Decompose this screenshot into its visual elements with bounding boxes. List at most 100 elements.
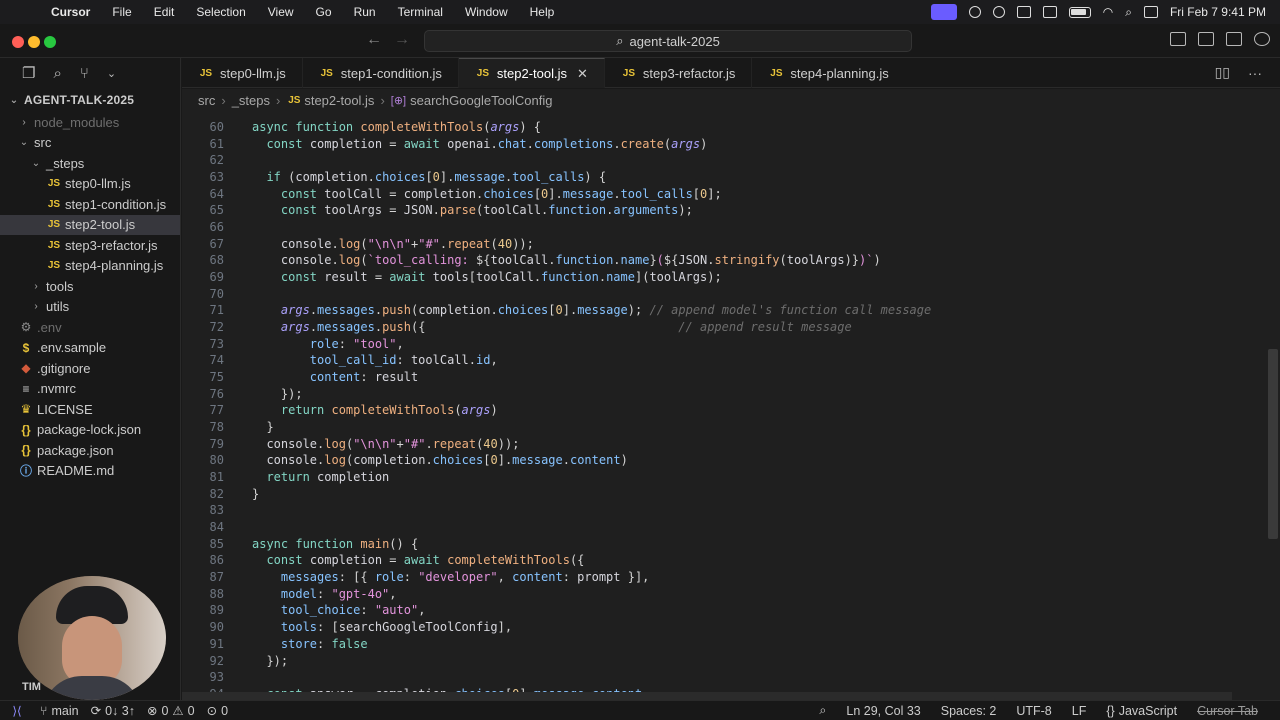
- menu-selection[interactable]: Selection: [185, 5, 256, 19]
- close-tab-icon[interactable]: ✕: [577, 66, 588, 82]
- menu-view[interactable]: View: [257, 5, 305, 19]
- tree-item-package-json[interactable]: {} package.json: [0, 440, 180, 461]
- code-line: 83: [182, 502, 931, 519]
- code-token: completion: [403, 186, 476, 201]
- tab-step1-condition[interactable]: JS step1-condition.js: [303, 58, 459, 88]
- tree-item-readme-md[interactable]: ⓘ README.md: [0, 461, 180, 482]
- tree-item-env[interactable]: ⚙ .env: [0, 317, 180, 338]
- cursor-position[interactable]: Ln 29, Col 33: [836, 704, 930, 718]
- code-token: =: [389, 553, 404, 568]
- git-branch[interactable]: ⑂ main: [34, 704, 85, 718]
- chevron-down-icon[interactable]: ⌄: [107, 67, 116, 80]
- menu-file[interactable]: File: [101, 5, 142, 19]
- explorer-files-icon[interactable]: ❐: [22, 64, 35, 82]
- settings-gear-icon[interactable]: [1254, 32, 1270, 46]
- remote-indicator-icon[interactable]: ⟩⟨: [0, 701, 34, 720]
- tree-item-package-lock-json[interactable]: {} package-lock.json: [0, 420, 180, 441]
- code-token: ,: [389, 586, 397, 601]
- code-token: toolCall: [476, 270, 534, 285]
- tab-step3-refactor[interactable]: JS step3-refactor.js: [605, 58, 753, 88]
- breadcrumb-symbol[interactable]: searchGoogleToolConfig: [410, 93, 552, 108]
- app-status-icon[interactable]: [1042, 6, 1057, 18]
- nav-forward-icon[interactable]: →: [394, 31, 410, 49]
- menu-terminal[interactable]: Terminal: [387, 5, 454, 19]
- code-token: console: [266, 436, 318, 451]
- toggle-secondary-sidebar-icon[interactable]: [1226, 32, 1242, 46]
- menu-go[interactable]: Go: [305, 5, 343, 19]
- source-control-icon[interactable]: ⑂: [80, 65, 89, 82]
- vpn-icon[interactable]: [968, 6, 981, 18]
- breadcrumb-steps[interactable]: _steps: [232, 93, 270, 108]
- tree-item-src[interactable]: ⌄ src: [0, 133, 180, 154]
- split-editor-icon[interactable]: ▯▯: [1215, 64, 1230, 81]
- window-maximize-button[interactable]: [44, 36, 56, 48]
- tree-item-nvmrc[interactable]: ≡ .nvmrc: [0, 379, 180, 400]
- menu-help[interactable]: Help: [519, 5, 566, 19]
- tree-item-gitignore[interactable]: ◆ .gitignore: [0, 358, 180, 379]
- code-editor[interactable]: 60 async function completeWithTools(args)…: [182, 111, 1280, 700]
- indentation[interactable]: Spaces: 2: [931, 704, 1007, 718]
- tree-item-node-modules[interactable]: › node_modules: [0, 112, 180, 133]
- battery-icon[interactable]: [1068, 6, 1091, 18]
- menu-edit[interactable]: Edit: [143, 5, 186, 19]
- code-token: ,: [396, 336, 404, 351]
- code-token: );: [627, 303, 650, 318]
- window-minimize-button[interactable]: [28, 36, 40, 48]
- menu-run[interactable]: Run: [343, 5, 387, 19]
- window-close-button[interactable]: [12, 36, 24, 48]
- explorer-project-header[interactable]: ⌄ AGENT-TALK-2025: [0, 88, 180, 112]
- tree-item-steps[interactable]: ⌄ _steps: [0, 153, 180, 174]
- breadcrumb-file[interactable]: step2-tool.js: [304, 93, 374, 108]
- tree-item-label: step0-llm.js: [65, 176, 131, 192]
- git-sync[interactable]: ⟳ 0↓ 3↑: [85, 703, 141, 719]
- tab-step4-planning[interactable]: JS step4-planning.js: [752, 58, 904, 88]
- tree-item-step3-refactor-js[interactable]: JS step3-refactor.js: [0, 235, 180, 256]
- menu-app[interactable]: Cursor: [40, 5, 101, 19]
- code-token: JSON: [403, 203, 433, 218]
- menubar-clock[interactable]: Fri Feb 7 9:41 PM: [1170, 5, 1266, 19]
- timeline-section-label[interactable]: TIM: [22, 681, 41, 693]
- scrollbar-thumb[interactable]: [1268, 349, 1278, 539]
- tab-step0-llm[interactable]: JS step0-llm.js: [182, 58, 303, 88]
- tree-item-license[interactable]: ♛ LICENSE: [0, 399, 180, 420]
- code-token: const: [266, 553, 310, 568]
- menu-window[interactable]: Window: [454, 5, 519, 19]
- search-icon[interactable]: ⌕: [53, 65, 61, 82]
- tree-item-step2-tool-js[interactable]: JS step2-tool.js: [0, 214, 180, 235]
- problems-indicator[interactable]: ⊗ 0 ⚠ 0: [141, 703, 201, 719]
- horizontal-scrollbar[interactable]: [182, 692, 1232, 700]
- ports-indicator[interactable]: ⊙ 0: [201, 703, 234, 719]
- brightness-icon[interactable]: [992, 6, 1005, 18]
- encoding[interactable]: UTF-8: [1006, 704, 1061, 718]
- nav-back-icon[interactable]: ←: [366, 31, 382, 49]
- zoom-icon[interactable]: ⌕: [809, 703, 836, 718]
- tree-item-tools[interactable]: › tools: [0, 276, 180, 297]
- code-token: "\n\n": [367, 236, 411, 251]
- command-center-search[interactable]: ⌕ agent-talk-2025: [424, 30, 912, 52]
- spotlight-icon[interactable]: ⌕: [1125, 5, 1132, 20]
- breadcrumb-src[interactable]: src: [198, 93, 215, 108]
- language-mode[interactable]: {} JavaScript: [1096, 704, 1187, 718]
- toggle-sidebar-icon[interactable]: [1170, 32, 1186, 46]
- line-number: 65: [209, 203, 224, 218]
- more-actions-icon[interactable]: ···: [1248, 65, 1262, 81]
- toggle-panel-icon[interactable]: [1198, 32, 1214, 46]
- tree-item-step0-llm-js[interactable]: JS step0-llm.js: [0, 174, 180, 195]
- tree-item-step1-condition-js[interactable]: JS step1-condition.js: [0, 194, 180, 215]
- code-token: role: [309, 336, 339, 351]
- screen-share-icon[interactable]: [930, 4, 957, 20]
- code-token: (: [779, 253, 787, 268]
- tree-item-step4-planning-js[interactable]: JS step4-planning.js: [0, 256, 180, 277]
- wifi-icon[interactable]: ◠: [1103, 5, 1113, 19]
- tree-item-env-sample[interactable]: $ .env.sample: [0, 338, 180, 359]
- code-token: .: [548, 253, 556, 268]
- tree-item-utils[interactable]: › utils: [0, 297, 180, 318]
- code-text: content: result: [224, 369, 418, 386]
- cursor-tab-toggle[interactable]: Cursor Tab: [1187, 704, 1268, 718]
- editor-scrollbar[interactable]: [1266, 111, 1280, 700]
- tab-step2-tool[interactable]: JS step2-tool.js ✕: [458, 58, 605, 88]
- code-token: function: [555, 253, 614, 268]
- window-icon[interactable]: [1016, 6, 1031, 18]
- end-of-line[interactable]: LF: [1062, 704, 1097, 718]
- control-center-icon[interactable]: [1143, 6, 1158, 18]
